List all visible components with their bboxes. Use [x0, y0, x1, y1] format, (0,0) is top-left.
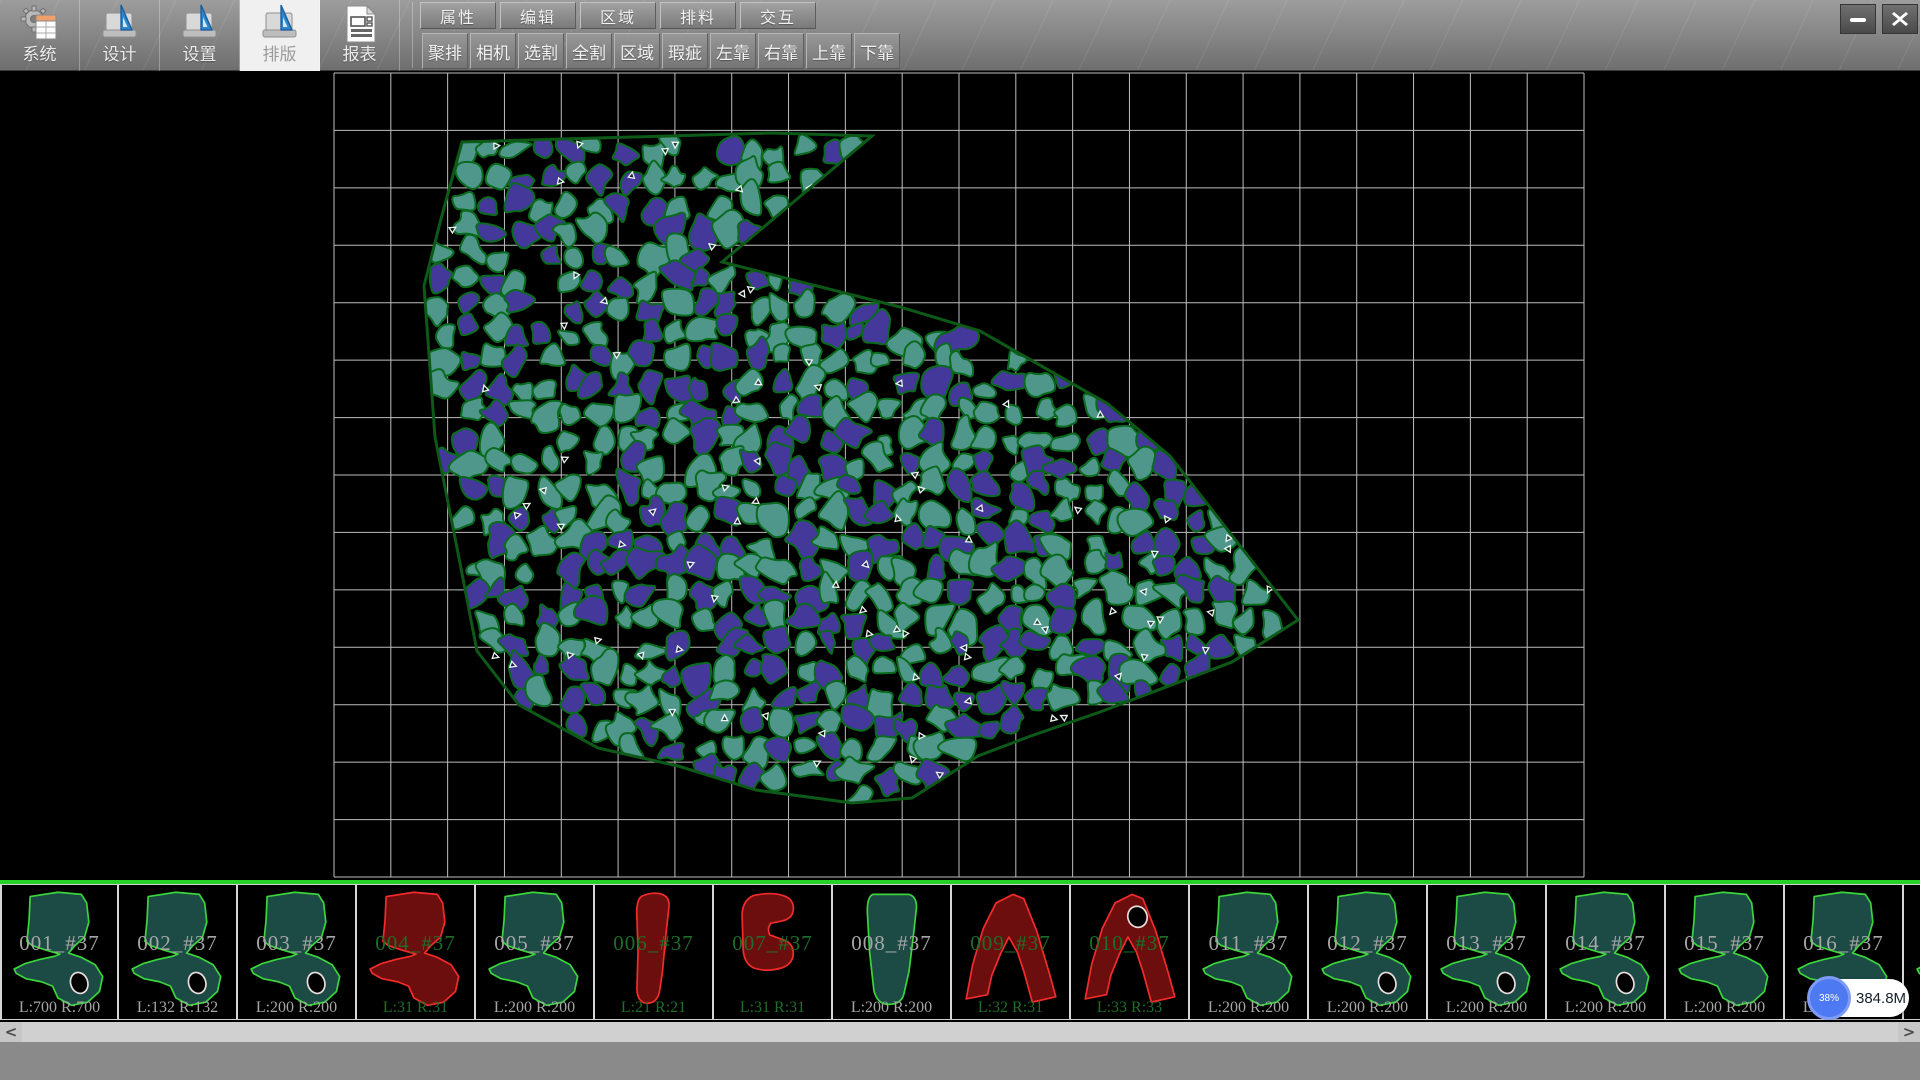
window-controls	[1840, 4, 1918, 34]
system-gear-icon	[19, 2, 61, 46]
minimize-icon	[1848, 10, 1868, 28]
piece-size-label: L:200 R:200	[1309, 999, 1426, 1017]
piece-thumbnail[interactable]: 001_#37 L:700 R:700	[0, 884, 119, 1020]
footer-bar	[0, 1042, 1920, 1080]
piece-name: 003_#37	[238, 931, 355, 956]
nesting-ruler-icon	[259, 2, 301, 46]
piece-name: 012_#37	[1309, 931, 1426, 956]
menu-button-上靠[interactable]: 上靠	[806, 33, 852, 69]
menu-button-选割[interactable]: 选割	[518, 33, 564, 69]
toolbar-button-设计[interactable]: 设计	[80, 0, 160, 71]
piece-thumbnail[interactable]: 004_#37 L:31 R:31	[357, 884, 476, 1020]
scroll-left-arrow[interactable]: <	[0, 1022, 22, 1042]
piece-name: 017_#37	[1904, 931, 1920, 956]
piece-thumbnail[interactable]: 012_#37 L:200 R:200	[1309, 884, 1428, 1020]
piece-size-label: L:132 R:132	[119, 999, 236, 1017]
piece-name: 005_#37	[476, 931, 593, 956]
menu-button-交互[interactable]: 交互	[740, 2, 816, 29]
toolbar-separator	[412, 2, 413, 68]
menu-button-相机[interactable]: 相机	[470, 33, 516, 69]
toolbar-button-设置[interactable]: 设置	[160, 0, 240, 71]
menu-row-secondary: 聚排相机选割全割区域瑕疵左靠右靠上靠下靠	[422, 33, 900, 69]
design-ruler-icon	[99, 2, 141, 46]
piece-name: 001_#37	[2, 931, 117, 956]
piece-name: 007_#37	[714, 931, 831, 956]
piece-name: 002_#37	[119, 931, 236, 956]
menu-button-编辑[interactable]: 编辑	[500, 2, 576, 29]
nesting-canvas-svg	[0, 71, 1920, 880]
piece-name: 016_#37	[1785, 931, 1902, 956]
app-window: 系统设计设置排版报表 属性编辑区域排料交互 聚排相机选割全割区域瑕疵左靠右靠上靠…	[0, 0, 1920, 1080]
menu-button-下靠[interactable]: 下靠	[854, 33, 900, 69]
toolbar-button-label: 排版	[263, 46, 297, 64]
piece-name: 008_#37	[833, 931, 950, 956]
menu-button-瑕疵[interactable]: 瑕疵	[662, 33, 708, 69]
piece-thumbnail[interactable]: 010_#37 L:33 R:33	[1071, 884, 1190, 1020]
scroll-right-arrow[interactable]: >	[1898, 1022, 1920, 1042]
piece-thumbnail[interactable]: 011_#37 L:200 R:200	[1190, 884, 1309, 1020]
minimize-button[interactable]	[1840, 4, 1876, 34]
piece-size-label: L:200 R:200	[1666, 999, 1783, 1017]
piece-thumbnail-list: 001_#37L:700 R:700002_#37L:132 R:132003_…	[0, 884, 1920, 1022]
piece-thumbnail[interactable]: 005_#37 L:200 R:200	[476, 884, 595, 1020]
progress-percent-badge: 38%	[1807, 976, 1851, 1020]
menu-button-区域[interactable]: 区域	[614, 33, 660, 69]
piece-thumbnail[interactable]: 014_#37 L:200 R:200	[1547, 884, 1666, 1020]
piece-thumbnail[interactable]: 002_#37 L:132 R:132	[119, 884, 238, 1020]
piece-thumbnail[interactable]: 015_#37 L:200 R:200	[1666, 884, 1785, 1020]
piece-size-label: L:200 R:200	[833, 999, 950, 1017]
toolbar-button-label: 设置	[183, 46, 217, 64]
piece-size-label: L:200 R:200	[238, 999, 355, 1017]
piece-size-label: L:31 R:31	[714, 999, 831, 1017]
nesting-canvas[interactable]	[0, 71, 1920, 880]
pieces-strip: 001_#37L:700 R:700002_#37L:132 R:132003_…	[0, 880, 1920, 1022]
piece-size-label: L:200 R:200	[476, 999, 593, 1017]
memory-usage: 384.8M	[1856, 979, 1906, 1017]
piece-thumbnail[interactable]: 003_#37 L:200 R:200	[238, 884, 357, 1020]
piece-name: 013_#37	[1428, 931, 1545, 956]
piece-thumbnail[interactable]: 009_#37 L:32 R:31	[952, 884, 1071, 1020]
piece-size-label: L:31 R:31	[357, 999, 474, 1017]
toolbar-button-报表[interactable]: 报表	[320, 0, 400, 71]
piece-size-label: L:200 R:200	[1190, 999, 1307, 1017]
horizontal-scrollbar[interactable]: < >	[0, 1022, 1920, 1042]
menu-row-primary: 属性编辑区域排料交互	[420, 2, 816, 29]
menu-button-全割[interactable]: 全割	[566, 33, 612, 69]
report-document-icon	[339, 2, 381, 46]
piece-name: 010_#37	[1071, 931, 1188, 956]
menu-button-聚排[interactable]: 聚排	[422, 33, 468, 69]
settings-ruler-icon	[179, 2, 221, 46]
toolbar-button-系统[interactable]: 系统	[0, 0, 80, 71]
piece-size-label: L:21 R:21	[595, 999, 712, 1017]
piece-name: 004_#37	[357, 931, 474, 956]
piece-size-label: L:700 R:700	[2, 999, 117, 1017]
piece-size-label: L:33 R:33	[1071, 999, 1188, 1017]
toolbar-button-label: 设计	[103, 46, 137, 64]
piece-size-label: L:200 R:200	[1547, 999, 1664, 1017]
piece-size-label: L:32 R:31	[952, 999, 1069, 1017]
piece-name: 015_#37	[1666, 931, 1783, 956]
close-button[interactable]	[1882, 4, 1918, 34]
menu-button-区域[interactable]: 区域	[580, 2, 656, 29]
piece-size-label: L:200 R:200	[1428, 999, 1545, 1017]
progress-indicator: 38% 384.8M	[1810, 979, 1909, 1017]
toolbar-button-label: 系统	[23, 46, 57, 64]
main-toolbar: 系统设计设置排版报表 属性编辑区域排料交互 聚排相机选割全割区域瑕疵左靠右靠上靠…	[0, 0, 1920, 71]
piece-thumbnail[interactable]: 008_#37 L:200 R:200	[833, 884, 952, 1020]
menu-button-属性[interactable]: 属性	[420, 2, 496, 29]
toolbar-button-label: 报表	[343, 46, 377, 64]
piece-name: 011_#37	[1190, 931, 1307, 956]
menu-button-左靠[interactable]: 左靠	[710, 33, 756, 69]
piece-thumbnail[interactable]: 006_#37 L:21 R:21	[595, 884, 714, 1020]
menu-button-右靠[interactable]: 右靠	[758, 33, 804, 69]
piece-thumbnail[interactable]: 007_#37 L:31 R:31	[714, 884, 833, 1020]
piece-name: 014_#37	[1547, 931, 1664, 956]
piece-thumbnail[interactable]: 013_#37 L:200 R:200	[1428, 884, 1547, 1020]
close-icon	[1890, 10, 1910, 28]
piece-name: 009_#37	[952, 931, 1069, 956]
menu-button-排料[interactable]: 排料	[660, 2, 736, 29]
toolbar-button-排版[interactable]: 排版	[240, 0, 320, 71]
piece-name: 006_#37	[595, 931, 712, 956]
